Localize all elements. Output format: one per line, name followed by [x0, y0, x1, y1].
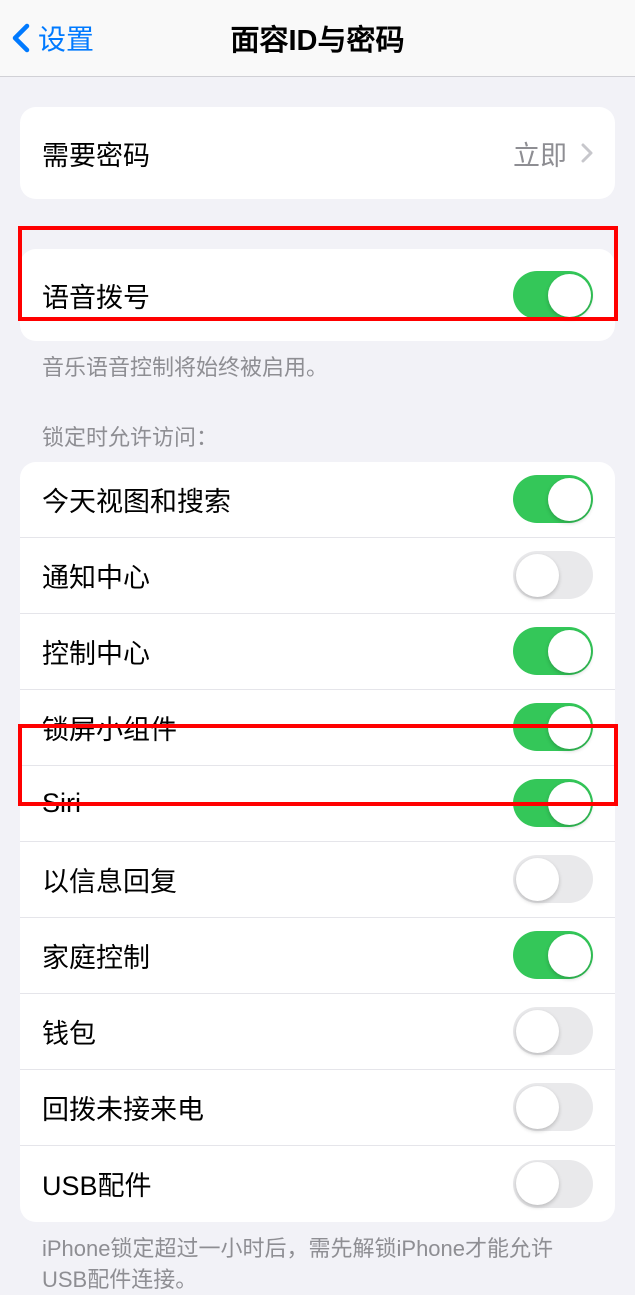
row-label: 家庭控制	[42, 936, 150, 975]
chevron-left-icon	[12, 23, 30, 53]
toggle-knob	[548, 274, 591, 317]
row-value: 立即	[513, 134, 593, 173]
toggle-knob	[516, 1086, 559, 1129]
value-text: 立即	[513, 134, 567, 173]
row-label: 需要密码	[42, 134, 150, 173]
voice-dial-group: 语音拨号 音乐语音控制将始终被启用。	[20, 249, 615, 384]
lock-access-row[interactable]: 今天视图和搜索	[20, 462, 615, 538]
row-label: USB配件	[42, 1164, 152, 1203]
toggle-knob	[548, 706, 591, 749]
toggle-knob	[516, 1162, 559, 1205]
toggle-knob	[516, 1010, 559, 1053]
lock-access-row[interactable]: Siri	[20, 766, 615, 842]
voice-dial-toggle[interactable]	[513, 271, 593, 319]
row-label: Siri	[42, 788, 81, 819]
toggle-knob	[548, 934, 591, 977]
lock-access-row[interactable]: 家庭控制	[20, 918, 615, 994]
lock-access-row[interactable]: 钱包	[20, 994, 615, 1070]
page-title: 面容ID与密码	[230, 17, 404, 59]
lock-access-header: 锁定时允许访问：	[20, 420, 615, 462]
require-passcode-group: 需要密码 立即	[20, 107, 615, 199]
toggle-knob	[516, 858, 559, 901]
row-label: 今天视图和搜索	[42, 480, 231, 519]
row-label: 以信息回复	[42, 860, 177, 899]
toggle-knob	[548, 478, 591, 521]
toggle[interactable]	[513, 1160, 593, 1208]
toggle[interactable]	[513, 703, 593, 751]
toggle[interactable]	[513, 779, 593, 827]
lock-access-row[interactable]: 回拨未接来电	[20, 1070, 615, 1146]
toggle[interactable]	[513, 627, 593, 675]
back-button[interactable]: 设置	[0, 18, 94, 58]
lock-access-row[interactable]: 锁屏小组件	[20, 690, 615, 766]
chevron-right-icon	[581, 143, 593, 163]
back-label: 设置	[38, 18, 94, 58]
toggle-knob	[548, 782, 591, 825]
lock-access-row[interactable]: USB配件	[20, 1146, 615, 1222]
navbar: 设置 面容ID与密码	[0, 0, 635, 77]
row-label: 锁屏小组件	[42, 708, 177, 747]
row-label: 钱包	[42, 1012, 96, 1051]
toggle[interactable]	[513, 1007, 593, 1055]
settings-content: 需要密码 立即 语音拨号 音乐语音控制将始终被启用。 锁定时允许访问：	[0, 107, 635, 1295]
lock-access-group: 锁定时允许访问： 今天视图和搜索通知中心控制中心锁屏小组件 Siri 以信息回复家庭…	[20, 420, 615, 1295]
require-passcode-row[interactable]: 需要密码 立即	[20, 107, 615, 199]
toggle[interactable]	[513, 551, 593, 599]
voice-dial-footer: 音乐语音控制将始终被启用。	[20, 341, 615, 384]
lock-access-row[interactable]: 以信息回复	[20, 842, 615, 918]
toggle[interactable]	[513, 475, 593, 523]
lock-access-row[interactable]: 控制中心	[20, 614, 615, 690]
toggle[interactable]	[513, 855, 593, 903]
row-label: 回拨未接来电	[42, 1088, 204, 1127]
toggle-knob	[548, 630, 591, 673]
voice-dial-row[interactable]: 语音拨号	[20, 249, 615, 341]
lock-access-footer: iPhone锁定超过一小时后，需先解锁iPhone才能允许USB配件连接。	[20, 1222, 615, 1295]
row-label: 控制中心	[42, 632, 150, 671]
toggle[interactable]	[513, 931, 593, 979]
toggle[interactable]	[513, 1083, 593, 1131]
lock-access-row[interactable]: 通知中心	[20, 538, 615, 614]
row-label: 语音拨号	[42, 276, 150, 315]
row-label: 通知中心	[42, 556, 150, 595]
toggle-knob	[516, 554, 559, 597]
